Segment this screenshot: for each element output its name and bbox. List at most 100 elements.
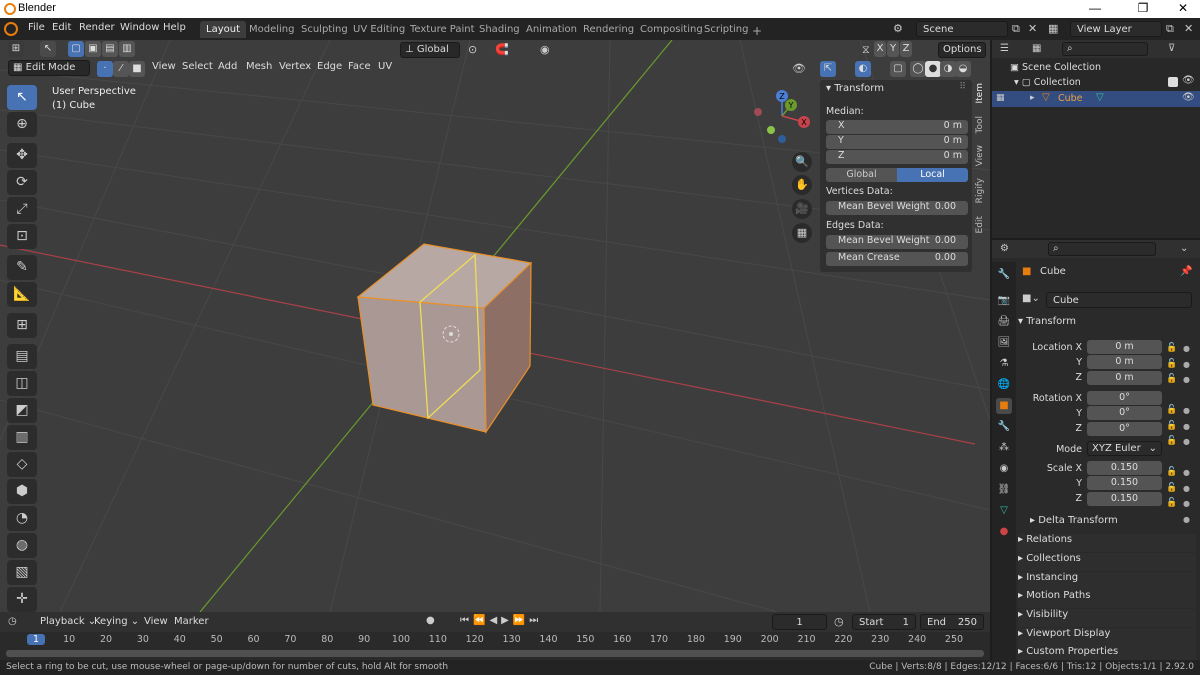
render-tab-icon[interactable]: 📷: [996, 293, 1012, 309]
tab-sculpting[interactable]: Sculpting: [295, 21, 354, 38]
gizmo-neg-x-icon[interactable]: [754, 108, 762, 116]
select-box-icon[interactable]: ↖: [7, 85, 37, 110]
global-toggle[interactable]: Global: [826, 168, 897, 182]
overlay-toggle-icon[interactable]: ◐: [855, 61, 871, 77]
tab-layout[interactable]: Layout: [200, 21, 246, 38]
loop-cut-icon[interactable]: ▥: [7, 425, 37, 450]
vertex-bevel-field[interactable]: Mean Bevel Weight 0.00: [826, 201, 968, 215]
menu-help[interactable]: Help: [163, 22, 186, 33]
clock-icon[interactable]: ◷: [834, 615, 844, 628]
blender-menu-icon[interactable]: [4, 22, 18, 36]
menu-view[interactable]: View: [148, 60, 180, 76]
visibility-section[interactable]: ▸ Visibility: [1018, 609, 1196, 627]
menu-edge[interactable]: Edge: [313, 60, 346, 76]
gizmo-neg-y-icon[interactable]: [767, 126, 775, 134]
pivot-icon[interactable]: ⊙: [468, 43, 477, 56]
shrink-fatten-icon[interactable]: ✛: [7, 587, 37, 612]
menu-edit[interactable]: Edit: [52, 22, 71, 33]
motion-paths-section[interactable]: ▸ Motion Paths: [1018, 590, 1196, 608]
material-shading-icon[interactable]: ◑: [940, 61, 956, 77]
tool-tab-icon[interactable]: 🔧: [996, 267, 1012, 283]
menu-mesh[interactable]: Mesh: [242, 60, 276, 76]
view-layer-tab-icon[interactable]: 🖼: [996, 335, 1012, 351]
playback-controls[interactable]: ⏮⏪◀▶⏩⏭: [460, 615, 542, 626]
rotation-y-field[interactable]: 0°: [1087, 406, 1162, 420]
location-x-field[interactable]: 0 m: [1087, 340, 1162, 354]
tab-shading[interactable]: Shading: [473, 21, 526, 38]
outliner-search-input[interactable]: ⌕: [1062, 42, 1148, 56]
rendered-shading-icon[interactable]: ◒: [955, 61, 971, 77]
timeline-view-menu[interactable]: View: [140, 615, 172, 631]
keying-menu[interactable]: Keying ⌄: [90, 615, 143, 631]
tab-view[interactable]: View: [975, 142, 990, 169]
tab-uv-editing[interactable]: UV Editing: [347, 21, 411, 38]
median-z-field[interactable]: Z 0 m: [826, 150, 968, 164]
navigation-gizmo[interactable]: Z Y X: [748, 88, 816, 148]
maximize-button[interactable]: ❐: [1128, 1, 1158, 15]
menu-render[interactable]: Render: [79, 22, 115, 33]
delta-transform-header[interactable]: ▸ Delta Transform: [1030, 515, 1196, 533]
median-x-field[interactable]: X 0 m: [826, 120, 968, 134]
add-workspace-button[interactable]: +: [746, 21, 768, 38]
menu-select[interactable]: Select: [178, 60, 217, 76]
mirror-x[interactable]: X: [874, 41, 886, 57]
solid-shading-icon[interactable]: ●: [925, 61, 941, 77]
annotate-icon[interactable]: ✎: [7, 255, 37, 280]
visibility-icon[interactable]: 👁: [792, 62, 806, 75]
scene-tab-icon[interactable]: ⚗: [996, 356, 1012, 372]
physics-tab-icon[interactable]: ◉: [996, 461, 1012, 477]
select-new-icon[interactable]: ▢: [68, 41, 84, 57]
modifier-tab-icon[interactable]: 🔧: [996, 419, 1012, 435]
cube-row[interactable]: ▦ ▸ ▽ Cube ▽ 👁: [992, 91, 1200, 107]
properties-search-input[interactable]: ⌕: [1048, 242, 1156, 256]
cube-front-face[interactable]: [357, 296, 487, 433]
properties-editor-icon[interactable]: ⚙: [1000, 243, 1009, 254]
tab-item[interactable]: Item: [975, 80, 990, 107]
transform-panel-header[interactable]: ▾ Transform: [1018, 316, 1196, 334]
local-toggle[interactable]: Local: [897, 168, 968, 182]
output-tab-icon[interactable]: 🖨: [996, 314, 1012, 330]
scene-icon[interactable]: ⚙: [893, 22, 903, 35]
menu-vertex[interactable]: Vertex: [275, 60, 315, 76]
collections-section[interactable]: ▸ Collections: [1018, 553, 1196, 571]
viewport-display-section[interactable]: ▸ Viewport Display: [1018, 628, 1196, 646]
menu-file[interactable]: File: [28, 22, 45, 33]
vertex-select-icon[interactable]: ·: [97, 61, 113, 77]
add-cube-icon[interactable]: ⊞: [7, 313, 37, 338]
display-mode-icon[interactable]: ▦: [1032, 43, 1041, 54]
editor-type-icon[interactable]: ⊞: [8, 41, 24, 57]
median-y-field[interactable]: Y 0 m: [826, 135, 968, 149]
measure-icon[interactable]: 📐: [7, 282, 37, 307]
menu-window[interactable]: Window: [120, 22, 159, 33]
material-tab-icon[interactable]: ●: [996, 524, 1012, 540]
current-frame-field[interactable]: 1: [772, 614, 827, 630]
minimize-button[interactable]: —: [1080, 1, 1110, 15]
wireframe-shading-icon[interactable]: ◯: [910, 61, 926, 77]
mode-dropdown[interactable]: ▦ Edit Mode: [8, 60, 90, 76]
scene-field[interactable]: Scene: [916, 21, 1008, 37]
instancing-section[interactable]: ▸ Instancing: [1018, 572, 1196, 590]
mirror-icon[interactable]: ⧖: [862, 43, 870, 57]
filter-icon[interactable]: ⊽: [1168, 43, 1175, 54]
cube-mesh[interactable]: [356, 243, 533, 434]
menu-uv[interactable]: UV: [374, 60, 396, 76]
snap-icon[interactable]: 🧲: [495, 43, 509, 56]
proportional-edit-icon[interactable]: ◉: [540, 43, 550, 56]
select-subtract-icon[interactable]: ▤: [102, 41, 118, 57]
pan-hand-icon[interactable]: ✋: [792, 175, 812, 195]
end-frame-field[interactable]: End 250: [920, 614, 984, 630]
outliner-editor-icon[interactable]: ☰: [1000, 43, 1009, 54]
timeline-scrollbar[interactable]: [6, 650, 984, 657]
lock-icons[interactable]: 🔓 🔓 🔓 🔓 🔓 🔓 🔓 🔓 🔓: [1166, 341, 1177, 512]
timeline-editor-icon[interactable]: ◷: [8, 616, 17, 627]
knife-icon[interactable]: ◇: [7, 452, 37, 477]
select-tool-icon[interactable]: ↖: [40, 41, 56, 57]
scene-collection-row[interactable]: ▣ Scene Collection: [1010, 62, 1101, 73]
scale-y-field[interactable]: 0.150: [1087, 476, 1162, 490]
custom-properties-section[interactable]: ▸ Custom Properties: [1018, 646, 1196, 660]
mesh-data-tab-icon[interactable]: ▽: [996, 503, 1012, 519]
inset-icon[interactable]: ◫: [7, 371, 37, 396]
relations-section[interactable]: ▸ Relations: [1018, 534, 1196, 552]
drag-handle-icon[interactable]: ⠿: [959, 82, 966, 92]
camera-icon[interactable]: 🎥: [792, 199, 812, 219]
